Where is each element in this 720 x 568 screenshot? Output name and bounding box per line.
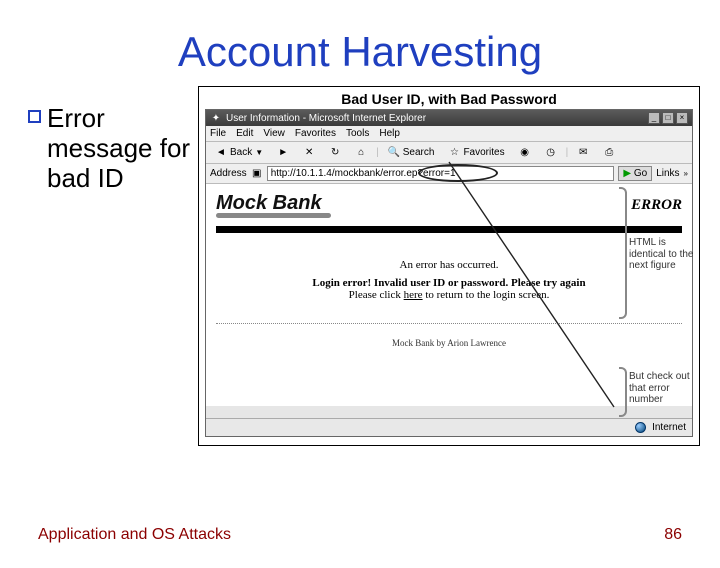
history-button[interactable]: ◷ (540, 145, 562, 161)
window-title: User Information - Microsoft Internet Ex… (226, 113, 426, 124)
address-value: http://10.1.1.4/mockbank/error.ep?error=… (271, 168, 456, 179)
menu-file[interactable]: File (210, 128, 226, 139)
maximize-button[interactable]: □ (662, 112, 674, 124)
window-controls: _ □ × (648, 112, 688, 124)
mail-button[interactable]: ✉ (572, 145, 594, 161)
print-icon: ⎙ (603, 147, 615, 159)
home-icon: ⌂ (355, 147, 367, 159)
menu-tools[interactable]: Tools (346, 128, 369, 139)
globe-icon (635, 422, 646, 433)
status-text: Internet (652, 422, 686, 433)
star-icon: ☆ (448, 147, 460, 159)
history-icon: ◷ (545, 147, 557, 159)
annotation-error-number: But check out that error number (629, 371, 697, 406)
address-label: Address (210, 168, 247, 179)
refresh-icon: ↻ (329, 147, 341, 159)
here-link[interactable]: here (404, 289, 423, 301)
bracket-lower (619, 367, 627, 417)
favorites-label: Favorites (463, 147, 504, 158)
back-button[interactable]: ◄ Back ▼ (210, 145, 268, 161)
error-line-2: Login error! Invalid user ID or password… (216, 277, 682, 289)
go-icon: ▶ (623, 168, 631, 179)
search-icon: 🔍 (388, 147, 400, 159)
media-icon: ◉ (519, 147, 531, 159)
slide-title: Account Harvesting (0, 28, 720, 76)
ie-icon: ✦ (210, 112, 222, 124)
footer-left: Application and OS Attacks (38, 526, 231, 544)
error-message-block: An error has occurred. Login error! Inva… (216, 259, 682, 301)
error-line-1: An error has occurred. (216, 259, 682, 271)
stop-button[interactable]: ✕ (298, 145, 320, 161)
mock-bank-logo: Mock Bank (216, 192, 331, 215)
menu-view[interactable]: View (263, 128, 285, 139)
refresh-button[interactable]: ↻ (324, 145, 346, 161)
divider-bar (216, 226, 682, 233)
forward-arrow-icon: ► (277, 147, 289, 159)
error-line-3: Please click here to return to the login… (216, 289, 682, 301)
back-arrow-icon: ◄ (215, 147, 227, 159)
go-button[interactable]: ▶ Go (618, 166, 652, 181)
mail-icon: ✉ (577, 147, 589, 159)
logo-block: Mock Bank (216, 192, 331, 218)
statusbar: Internet (206, 418, 692, 436)
menu-edit[interactable]: Edit (236, 128, 253, 139)
forward-button[interactable]: ► (272, 145, 294, 161)
print-button[interactable]: ⎙ (598, 145, 620, 161)
toolbar: ◄ Back ▼ ► ✕ ↻ ⌂ | 🔍 (206, 142, 692, 164)
menubar: File Edit View Favorites Tools Help (206, 126, 692, 142)
address-row: Address ▣ http://10.1.1.4/mockbank/error… (206, 164, 692, 184)
figure-caption: Bad User ID, with Bad Password (199, 87, 699, 109)
error-heading: ERROR (631, 197, 682, 214)
slide-footer: Application and OS Attacks 86 (38, 526, 682, 544)
search-button[interactable]: 🔍 Search (383, 145, 440, 161)
media-button[interactable]: ◉ (514, 145, 536, 161)
page-icon: ▣ (251, 168, 263, 180)
bullet-square-icon (28, 110, 41, 123)
page-number: 86 (664, 526, 682, 544)
search-label: Search (403, 147, 435, 158)
menu-favorites[interactable]: Favorites (295, 128, 336, 139)
home-button[interactable]: ⌂ (350, 145, 372, 161)
close-button[interactable]: × (676, 112, 688, 124)
stop-icon: ✕ (303, 147, 315, 159)
dotted-divider (216, 323, 682, 324)
go-label: Go (634, 168, 647, 179)
bullet-area: Error message for bad ID (28, 86, 198, 194)
back-label: Back (230, 147, 252, 158)
menu-help[interactable]: Help (379, 128, 400, 139)
chevron-down-icon: ▼ (255, 148, 263, 157)
titlebar: ✦ User Information - Microsoft Internet … (206, 110, 692, 126)
minimize-button[interactable]: _ (648, 112, 660, 124)
err3-post: to return to the login screen. (423, 289, 550, 301)
chevron-right-icon: » (684, 169, 688, 178)
bracket-upper (619, 187, 627, 319)
links-label[interactable]: Links (656, 168, 679, 179)
favorites-button[interactable]: ☆ Favorites (443, 145, 509, 161)
annotation-html-identical: HTML is identical to the next figure (629, 237, 697, 272)
figure-panel: Bad User ID, with Bad Password ✦ User In… (198, 86, 700, 446)
byline: Mock Bank by Arion Lawrence (216, 338, 682, 348)
err3-pre: Please click (349, 289, 404, 301)
content-row: Error message for bad ID Bad User ID, wi… (0, 76, 720, 446)
address-input[interactable]: http://10.1.1.4/mockbank/error.ep?error=… (267, 166, 615, 181)
bullet-text: Error message for bad ID (47, 104, 198, 194)
